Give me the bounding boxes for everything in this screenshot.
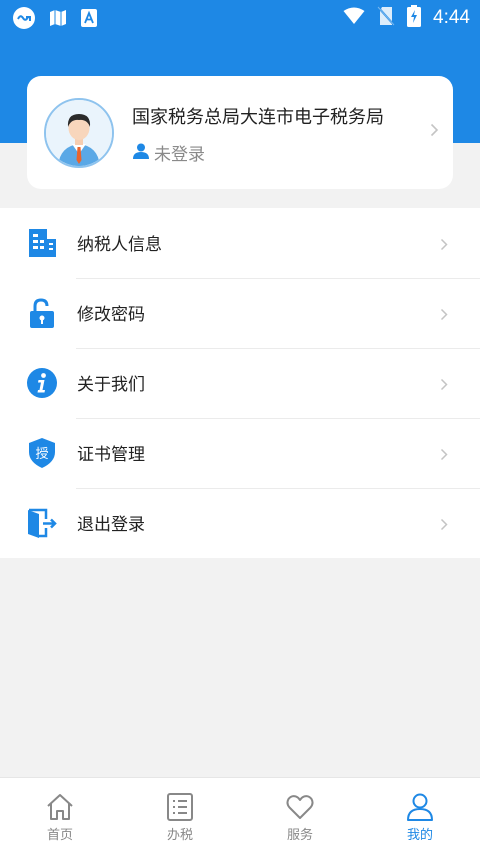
status-bar: 4:44 [0, 0, 480, 34]
chevron-right-icon [440, 516, 448, 535]
nav-tab-service[interactable]: 服务 [240, 778, 360, 854]
menu-item-label: 退出登录 [77, 515, 145, 535]
chevron-right-icon [430, 122, 439, 141]
menu-item-about-us[interactable]: 关于我们 [0, 348, 480, 418]
menu-item-label: 关于我们 [77, 375, 145, 395]
menu-item-label: 纳税人信息 [77, 235, 162, 255]
user-icon [132, 142, 150, 164]
chevron-right-icon [440, 376, 448, 395]
nav-label: 办税 [166, 828, 193, 843]
store-notification-icon [80, 8, 98, 32]
building-icon [26, 227, 58, 259]
menu-item-change-password[interactable]: 修改密码 [0, 278, 480, 348]
profile-card[interactable]: 国家税务总局大连市电子税务局 未登录 [27, 76, 453, 189]
menu-item-logout[interactable]: 退出登录 [0, 488, 480, 558]
map-notification-icon [48, 8, 68, 32]
org-name: 国家税务总局大连市电子税务局 [132, 107, 384, 128]
nav-tab-home[interactable]: 首页 [0, 778, 120, 854]
menu-item-label: 修改密码 [77, 305, 145, 325]
menu-item-taxpayer-info[interactable]: 纳税人信息 [0, 208, 480, 278]
nav-tab-tax[interactable]: 办税 [120, 778, 240, 854]
nav-label: 服务 [286, 828, 313, 843]
certificate-badge-text: 授 [35, 447, 48, 462]
home-icon [45, 792, 75, 822]
user-icon [405, 792, 435, 822]
wifi-icon [343, 7, 365, 29]
heart-icon [285, 792, 315, 822]
menu-list: 纳税人信息 修改密码 关于我们 授 证书管理 退出登录 [0, 208, 480, 558]
nav-label: 我的 [406, 828, 433, 843]
logout-door-icon [26, 507, 58, 539]
menu-item-label: 证书管理 [77, 445, 145, 465]
chevron-right-icon [440, 236, 448, 255]
list-icon [165, 792, 195, 822]
info-icon [26, 367, 58, 399]
no-sim-icon [377, 6, 395, 30]
login-status[interactable]: 未登录 [132, 140, 205, 165]
app-notification-icon [12, 6, 36, 34]
nav-label: 首页 [46, 828, 73, 843]
chevron-right-icon [440, 306, 448, 325]
menu-item-certificate-management[interactable]: 授 证书管理 [0, 418, 480, 488]
status-time: 4:44 [433, 7, 470, 28]
battery-charging-icon [407, 5, 422, 31]
avatar [44, 98, 114, 168]
nav-tab-mine[interactable]: 我的 [360, 778, 480, 854]
login-status-text: 未登录 [154, 145, 205, 165]
lock-icon [26, 297, 58, 329]
certificate-shield-icon: 授 [26, 437, 58, 469]
bottom-nav: 首页 办税 服务 我的 [0, 777, 480, 854]
chevron-right-icon [440, 446, 448, 465]
